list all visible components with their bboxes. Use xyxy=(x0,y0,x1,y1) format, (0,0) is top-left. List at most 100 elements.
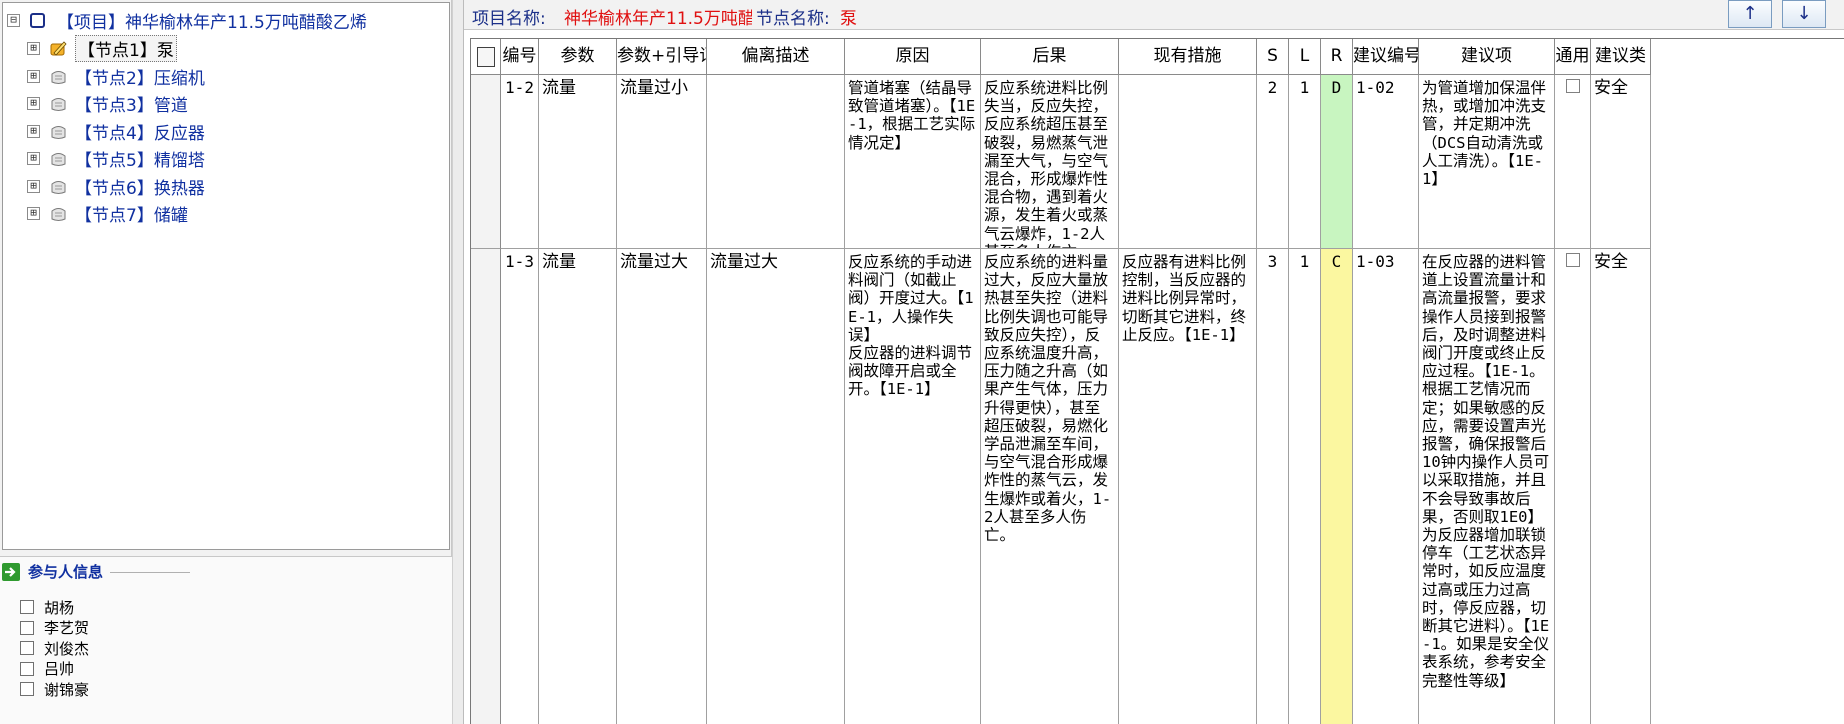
participant-name: 李艺贺 xyxy=(44,619,90,637)
move-up-button[interactable]: ↑ xyxy=(1728,0,1772,28)
common-checkbox[interactable] xyxy=(1565,79,1580,93)
divider xyxy=(110,572,190,573)
cell-r-column[interactable]: D xyxy=(1321,75,1353,249)
expand-icon[interactable]: ⊞ xyxy=(27,207,40,220)
node-icon xyxy=(51,125,66,139)
cell-l-column[interactable]: 1 xyxy=(1289,75,1321,249)
node-icon xyxy=(51,70,66,84)
participant-checkbox[interactable] xyxy=(20,620,34,635)
header-recommendation-column[interactable]: 建议项 xyxy=(1419,39,1555,75)
header-guide-column[interactable]: 参数+引导词 xyxy=(617,39,707,75)
cell-cause-column[interactable]: 管道堵塞（结晶导致管道堵塞）。【1E-1，根据工艺实际情况定】 xyxy=(845,75,981,249)
move-down-button[interactable]: ↓ xyxy=(1782,0,1826,28)
tree-node-row[interactable]: ⊞ 【节点2】压缩机 xyxy=(27,63,205,90)
up-arrow-icon: ↑ xyxy=(1742,3,1758,24)
tree-root-label[interactable]: 【项目】神华榆林年产11.5万吨醋酸乙烯 xyxy=(57,8,367,33)
cell-guide-column[interactable]: 流量过大 xyxy=(617,249,707,724)
header-cause-column[interactable]: 原因 xyxy=(845,39,981,75)
node-icon xyxy=(51,208,66,221)
participant-row[interactable]: 谢锦豪 xyxy=(20,677,89,701)
cell-deviation-column[interactable] xyxy=(707,75,845,249)
header-param-column[interactable]: 参数 xyxy=(539,39,617,75)
tree-node-row[interactable]: ⊞ 【节点3】管道 xyxy=(27,90,188,117)
node-tree: ⊟ 【项目】神华榆林年产11.5万吨醋酸乙烯 ⊞ 【节点1】泵 ⊞ 【节点2】压缩机 ⊞… xyxy=(2,2,450,550)
header-type-column[interactable]: 建议类 xyxy=(1591,39,1651,75)
header-deviation-column[interactable]: 偏离描述 xyxy=(707,39,845,75)
expand-icon[interactable]: ⊞ xyxy=(27,42,40,55)
node-icon xyxy=(51,98,66,111)
select-all-box[interactable] xyxy=(477,47,495,67)
row-selector[interactable] xyxy=(471,249,501,724)
expand-icon[interactable]: ⊞ xyxy=(27,97,40,110)
tree-node-label[interactable]: 【节点7】储罐 xyxy=(75,201,188,226)
participants-title: 参与人信息 xyxy=(28,563,104,581)
header-r-column[interactable]: R xyxy=(1321,39,1353,75)
project-name-value: 神华榆林年产11.5万吨醋酸乙烯 xyxy=(564,9,752,29)
arrow-right-icon xyxy=(2,562,20,581)
cell-rec-id-column[interactable]: 1-02 xyxy=(1353,75,1419,249)
cell-cause-column[interactable]: 反应系统的手动进料阀门（如截止阀）开度过大。【1E-1，人操作失误】 反应器的进… xyxy=(845,249,981,724)
header-rec-id-column[interactable]: 建议编号 xyxy=(1353,39,1419,75)
tree-node-row[interactable]: ⊞ 【节点1】泵 xyxy=(27,35,177,62)
expand-icon[interactable]: ⊞ xyxy=(27,179,40,193)
project-icon xyxy=(30,13,45,28)
header-id-column[interactable]: 编号 xyxy=(501,39,539,75)
tree-node-label[interactable]: 【节点1】泵 xyxy=(75,35,177,62)
cell-param-column[interactable]: 流量 xyxy=(539,75,617,249)
cell-recommendation-column[interactable]: 在反应器的进料管道上设置流量计和高流量报警，要求操作人员接到报警后，及时调整进料… xyxy=(1419,249,1555,724)
cell-measures-column[interactable] xyxy=(1119,75,1257,249)
panel-splitter[interactable] xyxy=(452,0,464,724)
cell-common-column[interactable] xyxy=(1555,249,1591,724)
header-l-column[interactable]: L xyxy=(1289,39,1321,75)
expand-icon[interactable]: ⊞ xyxy=(27,152,40,165)
participant-checkbox[interactable] xyxy=(20,641,34,655)
cell-consequence-column[interactable]: 反应系统进料比例失当，反应失控，反应系统超压甚至破裂，易燃蒸气泄漏至大气，与空气… xyxy=(981,75,1119,249)
cell-measures-column[interactable]: 反应器有进料比例控制，当反应器的进料比例异常时，切断其它进料，终止反应。【1E-… xyxy=(1119,249,1257,724)
cell-id-column[interactable]: 1-2 xyxy=(501,75,539,249)
info-bar: 项目名称: 神华榆林年产11.5万吨醋酸乙烯 节点名称: 泵 ↑ ↓ xyxy=(464,0,1844,30)
cell-s-column[interactable]: 3 xyxy=(1257,249,1289,724)
row-selector[interactable] xyxy=(471,75,501,249)
cell-recommendation-column[interactable]: 为管道增加保温伴热，或增加冲洗支管，并定期冲洗（DCS自动清洗或人工清洗）。【1… xyxy=(1419,75,1555,249)
select-all-corner[interactable] xyxy=(471,39,501,75)
cell-l-column[interactable]: 1 xyxy=(1289,249,1321,724)
left-panel: ⊟ 【项目】神华榆林年产11.5万吨醋酸乙烯 ⊞ 【节点1】泵 ⊞ 【节点2】压缩机 ⊞… xyxy=(0,0,452,724)
cell-rec-id-column[interactable]: 1-03 xyxy=(1353,249,1419,724)
down-arrow-icon: ↓ xyxy=(1796,3,1812,24)
tree-node-label[interactable]: 【节点2】压缩机 xyxy=(75,64,205,89)
cell-id-column[interactable]: 1-3 xyxy=(501,249,539,724)
tree-node-row[interactable]: ⊞ 【节点4】反应器 xyxy=(27,118,205,145)
cell-type-column[interactable]: 安全 xyxy=(1591,75,1651,249)
header-measures-column[interactable]: 现有措施 xyxy=(1119,39,1257,75)
cell-common-column[interactable] xyxy=(1555,75,1591,249)
main-area: 项目名称: 神华榆林年产11.5万吨醋酸乙烯 节点名称: 泵 ↑ ↓ 编号参数参… xyxy=(464,0,1844,724)
tree-node-label[interactable]: 【节点3】管道 xyxy=(75,91,188,116)
cell-consequence-column[interactable]: 反应系统的进料量过大，反应大量放热甚至失控（进料比例失调也可能导致反应失控），反… xyxy=(981,249,1119,724)
participants-header: 参与人信息 xyxy=(2,561,103,582)
header-consequence-column[interactable]: 后果 xyxy=(981,39,1119,75)
tree-node-row[interactable]: ⊞ 【节点5】精馏塔 xyxy=(27,145,205,172)
cell-guide-column[interactable]: 流量过小 xyxy=(617,75,707,249)
participant-checkbox[interactable] xyxy=(20,682,34,696)
tree-node-label[interactable]: 【节点4】反应器 xyxy=(75,119,205,144)
header-common-column[interactable]: 通用 xyxy=(1555,39,1591,75)
expand-icon[interactable]: ⊞ xyxy=(27,69,40,83)
collapse-icon[interactable]: ⊟ xyxy=(7,14,20,27)
cell-deviation-column[interactable]: 流量过大 xyxy=(707,249,845,724)
header-s-column[interactable]: S xyxy=(1257,39,1289,75)
cell-param-column[interactable]: 流量 xyxy=(539,249,617,724)
cell-r-column[interactable]: C xyxy=(1321,249,1353,724)
tree-root-row[interactable]: ⊟ 【项目】神华榆林年产11.5万吨醋酸乙烯 xyxy=(7,7,367,34)
participant-checkbox[interactable] xyxy=(20,661,34,676)
cell-s-column[interactable]: 2 xyxy=(1257,75,1289,249)
node-name-value: 泵 xyxy=(840,9,857,29)
participant-name: 吕帅 xyxy=(44,660,75,678)
participant-checkbox[interactable] xyxy=(20,600,34,614)
tree-node-row[interactable]: ⊞ 【节点7】储罐 xyxy=(27,200,188,227)
cell-type-column[interactable]: 安全 xyxy=(1591,249,1651,724)
expand-icon[interactable]: ⊞ xyxy=(27,124,40,138)
tree-node-label[interactable]: 【节点6】换热器 xyxy=(75,174,205,199)
common-checkbox[interactable] xyxy=(1565,253,1580,267)
tree-node-row[interactable]: ⊞ 【节点6】换热器 xyxy=(27,173,205,200)
tree-node-label[interactable]: 【节点5】精馏塔 xyxy=(75,146,205,171)
